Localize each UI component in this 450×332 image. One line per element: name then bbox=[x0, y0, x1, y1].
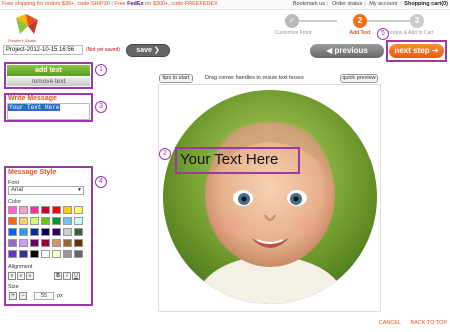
alignment-label: Alignment bbox=[8, 264, 33, 270]
annotation-number-1: 1 bbox=[95, 64, 107, 76]
font-select[interactable]: Arial ▼ bbox=[8, 186, 84, 195]
color-swatch[interactable] bbox=[63, 250, 72, 258]
promo-text-free: Free bbox=[114, 1, 126, 7]
step-connector bbox=[365, 20, 410, 22]
color-swatch[interactable] bbox=[52, 217, 61, 225]
top-nav: Bookmark us | Order status | My account | S… bbox=[292, 1, 448, 7]
remove-text-button[interactable]: remove text bbox=[7, 77, 90, 86]
color-swatch[interactable] bbox=[19, 217, 28, 225]
underline-button[interactable]: U bbox=[72, 272, 80, 280]
color-swatch[interactable] bbox=[41, 217, 50, 225]
color-swatch[interactable] bbox=[19, 206, 28, 214]
next-step-button[interactable]: next step ➜ bbox=[389, 44, 444, 58]
color-swatch[interactable] bbox=[19, 239, 28, 247]
chevron-down-icon: ▼ bbox=[77, 187, 82, 193]
top-bar: Free shipping for orders $30+, code SHIP… bbox=[0, 0, 450, 10]
fedex-logo: FedEx bbox=[127, 1, 144, 7]
message-text: Your Text Here bbox=[8, 104, 61, 111]
color-swatch[interactable] bbox=[63, 217, 72, 225]
align-center-icon[interactable]: ≡ bbox=[17, 272, 25, 280]
color-swatch[interactable] bbox=[19, 250, 28, 258]
add-text-button[interactable]: add text bbox=[7, 65, 90, 76]
color-label: Color bbox=[8, 199, 22, 205]
progress-steps: ✓ Customize Front 2 Add Text 3 Preview &… bbox=[265, 13, 435, 43]
size-label: Size bbox=[8, 284, 19, 290]
my-account-link[interactable]: My account bbox=[369, 1, 397, 7]
promo-banner: Free shipping for orders $30+, code SHIP… bbox=[2, 1, 218, 7]
italic-button[interactable]: I bbox=[63, 272, 71, 280]
baby-photo bbox=[163, 90, 377, 304]
previous-button[interactable]: ◀ previous bbox=[310, 44, 384, 58]
cancel-link[interactable]: CANCEL bbox=[379, 320, 401, 326]
back-to-top-link[interactable]: BACK TO TOP bbox=[410, 320, 447, 326]
tips-button[interactable]: tips to start bbox=[159, 74, 193, 83]
annotation-number-2: 2 bbox=[159, 148, 171, 160]
footer-links: CANCEL BACK TO TOP bbox=[379, 320, 447, 326]
promo-text-shipping: Free shipping for orders $30+, code SHIP… bbox=[2, 1, 110, 7]
step-2-label: Add Text bbox=[349, 30, 371, 36]
align-left-icon[interactable]: ≡ bbox=[8, 272, 16, 280]
logo-text: Ponder's Studio bbox=[8, 38, 37, 43]
step-3-label: Preview & Add to Cart bbox=[384, 30, 434, 36]
bold-button[interactable]: B bbox=[54, 272, 62, 280]
color-swatch[interactable] bbox=[30, 228, 39, 236]
size-increase-button[interactable]: + bbox=[9, 292, 17, 300]
color-swatch[interactable] bbox=[8, 239, 17, 247]
save-button[interactable]: save ❯ bbox=[126, 44, 170, 57]
step-1-label: Customize Front bbox=[274, 30, 312, 36]
color-swatch[interactable] bbox=[19, 228, 28, 236]
chevron-right-icon: ❯ bbox=[153, 47, 160, 54]
canvas-hint: Drag corner handles to resize text boxes bbox=[205, 75, 304, 81]
color-swatch[interactable] bbox=[30, 250, 39, 258]
color-swatch[interactable] bbox=[41, 250, 50, 258]
save-status: (Not yet saved) bbox=[86, 47, 120, 53]
annotation-number-4: 4 bbox=[95, 176, 107, 188]
size-decrease-button[interactable]: − bbox=[19, 292, 27, 300]
color-swatch[interactable] bbox=[52, 239, 61, 247]
color-swatch[interactable] bbox=[74, 206, 83, 214]
color-swatch[interactable] bbox=[8, 206, 17, 214]
align-right-icon[interactable]: ≡ bbox=[26, 272, 34, 280]
annotation-number-5: 5 bbox=[377, 28, 389, 40]
size-input[interactable]: 55 bbox=[34, 292, 54, 300]
color-swatch[interactable] bbox=[8, 250, 17, 258]
color-swatch[interactable] bbox=[52, 228, 61, 236]
size-unit: px bbox=[57, 293, 63, 299]
color-swatch[interactable] bbox=[8, 228, 17, 236]
color-swatch[interactable] bbox=[41, 228, 50, 236]
color-swatch[interactable] bbox=[74, 239, 83, 247]
color-swatch[interactable] bbox=[30, 239, 39, 247]
quick-preview-button[interactable]: quick preview bbox=[340, 74, 378, 83]
step-1-check-icon: ✓ bbox=[285, 14, 299, 28]
color-swatch[interactable] bbox=[8, 217, 17, 225]
color-swatch[interactable] bbox=[74, 250, 83, 258]
color-swatch[interactable] bbox=[74, 217, 83, 225]
font-value: Arial bbox=[11, 187, 24, 193]
promo-text-fedex: on $300+, code FREEFEDEX bbox=[145, 1, 218, 7]
color-swatch[interactable] bbox=[30, 206, 39, 214]
canvas-text-box[interactable]: Your Text Here bbox=[180, 151, 278, 168]
color-swatch[interactable] bbox=[52, 206, 61, 214]
step-2-circle: 2 bbox=[353, 14, 367, 28]
logo-icon[interactable] bbox=[12, 12, 42, 38]
order-status-link[interactable]: Order status bbox=[332, 1, 362, 7]
project-name-field[interactable]: Project-2012-10-15 16:56 bbox=[3, 45, 83, 55]
color-swatch[interactable] bbox=[63, 239, 72, 247]
write-message-title: Write Message bbox=[8, 95, 57, 102]
shopping-cart-link[interactable]: Shopping cart(0) bbox=[404, 1, 448, 7]
step-3-circle: 3 bbox=[410, 14, 424, 28]
color-swatch[interactable] bbox=[74, 228, 83, 236]
color-swatch[interactable] bbox=[41, 239, 50, 247]
color-swatch[interactable] bbox=[41, 206, 50, 214]
bookmark-link[interactable]: Bookmark us bbox=[293, 1, 325, 7]
save-label: save bbox=[136, 47, 152, 54]
color-swatch[interactable] bbox=[52, 250, 61, 258]
color-swatch[interactable] bbox=[30, 217, 39, 225]
color-swatch[interactable] bbox=[63, 206, 72, 214]
message-style-title: Message Style bbox=[8, 169, 57, 176]
color-swatch[interactable] bbox=[63, 228, 72, 236]
annotation-number-3: 3 bbox=[95, 101, 107, 113]
